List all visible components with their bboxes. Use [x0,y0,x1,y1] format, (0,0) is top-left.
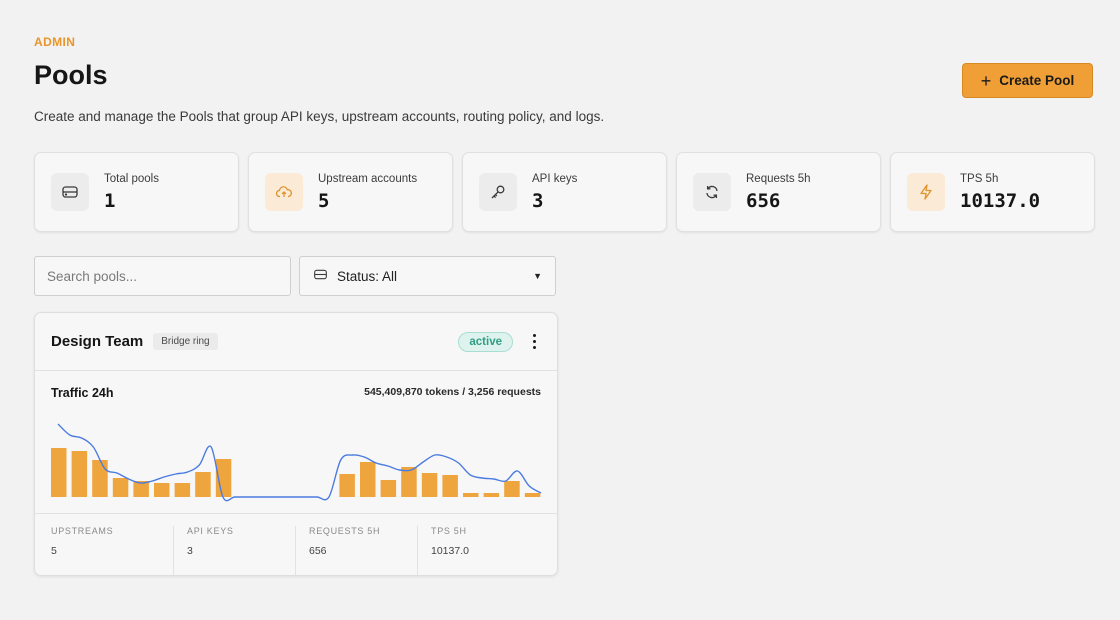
plus-icon: + [980,70,992,91]
pool-stat-label: UPSTREAMS [51,526,114,536]
stat-card-total-pools: Total pools 1 [34,152,239,232]
pool-stats: UPSTREAMS 5 API KEYS 3 REQUESTS 5H 656 T… [35,514,557,575]
pool-stat-value: 5 [51,545,57,557]
traffic-bar [524,493,541,497]
traffic-bar [380,480,397,497]
stat-value: 656 [746,189,781,212]
stats-row: Total pools 1 Upstream accounts 5 API ke… [34,152,1095,232]
stat-value: 3 [532,189,544,212]
caret-down-icon: ▼ [533,271,542,281]
pool-stat-tps: TPS 5H 10137.0 [417,526,539,575]
traffic-section: Traffic 24h 545,409,870 tokens / 3,256 r… [35,371,557,514]
stat-card-upstream-accounts: Upstream accounts 5 [248,152,453,232]
traffic-bar [360,462,376,497]
stat-card-api-keys: API keys 3 [462,152,667,232]
traffic-bar [195,472,211,497]
create-pool-button[interactable]: + Create Pool [962,63,1093,98]
pool-stat-value: 3 [187,545,193,557]
traffic-chart [51,423,542,502]
database-icon [51,173,89,211]
traffic-bar [154,483,170,497]
stat-value: 10137.0 [960,189,1041,212]
more-options-icon[interactable] [527,333,541,351]
pool-stat-api-keys: API KEYS 3 [173,526,295,575]
lightning-icon [907,173,945,211]
status-badge: active [458,331,513,352]
key-icon [479,173,517,211]
pool-stat-label: TPS 5H [431,526,467,536]
stat-label: Upstream accounts [318,172,418,185]
traffic-bar [401,467,417,497]
pool-name: Design Team [51,333,144,350]
stat-value: 1 [104,189,116,212]
pool-card[interactable]: Design Team Bridge ring active Traffic 2… [34,312,558,576]
page-subtitle: Create and manage the Pools that group A… [34,109,605,124]
traffic-line [57,423,542,502]
section-eyebrow: ADMIN [34,35,76,49]
create-pool-label: Create Pool [999,73,1075,88]
stat-card-requests: Requests 5h 656 [676,152,881,232]
traffic-bar [51,448,67,497]
stat-label: API keys [532,172,578,185]
traffic-bar [339,474,355,497]
cloud-upload-icon [265,173,303,211]
pool-stat-value: 10137.0 [431,545,469,557]
refresh-icon [693,173,731,211]
status-filter-label: Status: All [337,268,398,284]
traffic-bar [174,483,191,497]
traffic-bar [504,481,520,497]
page-title: Pools [34,60,108,90]
traffic-bar [421,473,438,497]
stat-card-tps: TPS 5h 10137.0 [890,152,1095,232]
stat-label: Total pools [104,172,159,185]
pool-tag: Bridge ring [153,333,218,350]
pool-stat-upstreams: UPSTREAMS 5 [51,526,173,575]
pool-stat-label: REQUESTS 5H [309,526,381,536]
pool-stat-label: API KEYS [187,526,234,536]
traffic-bar [463,493,479,497]
database-icon [313,267,328,285]
traffic-bar [483,493,500,497]
stat-label: Requests 5h [746,172,811,185]
pool-stat-requests: REQUESTS 5H 656 [295,526,417,575]
traffic-bar [112,478,129,497]
stat-value: 5 [318,189,330,212]
pool-card-header: Design Team Bridge ring active [35,313,557,371]
stat-label: TPS 5h [960,172,999,185]
traffic-bar [442,475,458,497]
traffic-bar [71,451,88,497]
traffic-bar [92,460,108,497]
pool-stat-value: 656 [309,545,327,557]
search-input[interactable] [34,256,291,296]
status-filter-select[interactable]: Status: All ▼ [299,256,556,296]
